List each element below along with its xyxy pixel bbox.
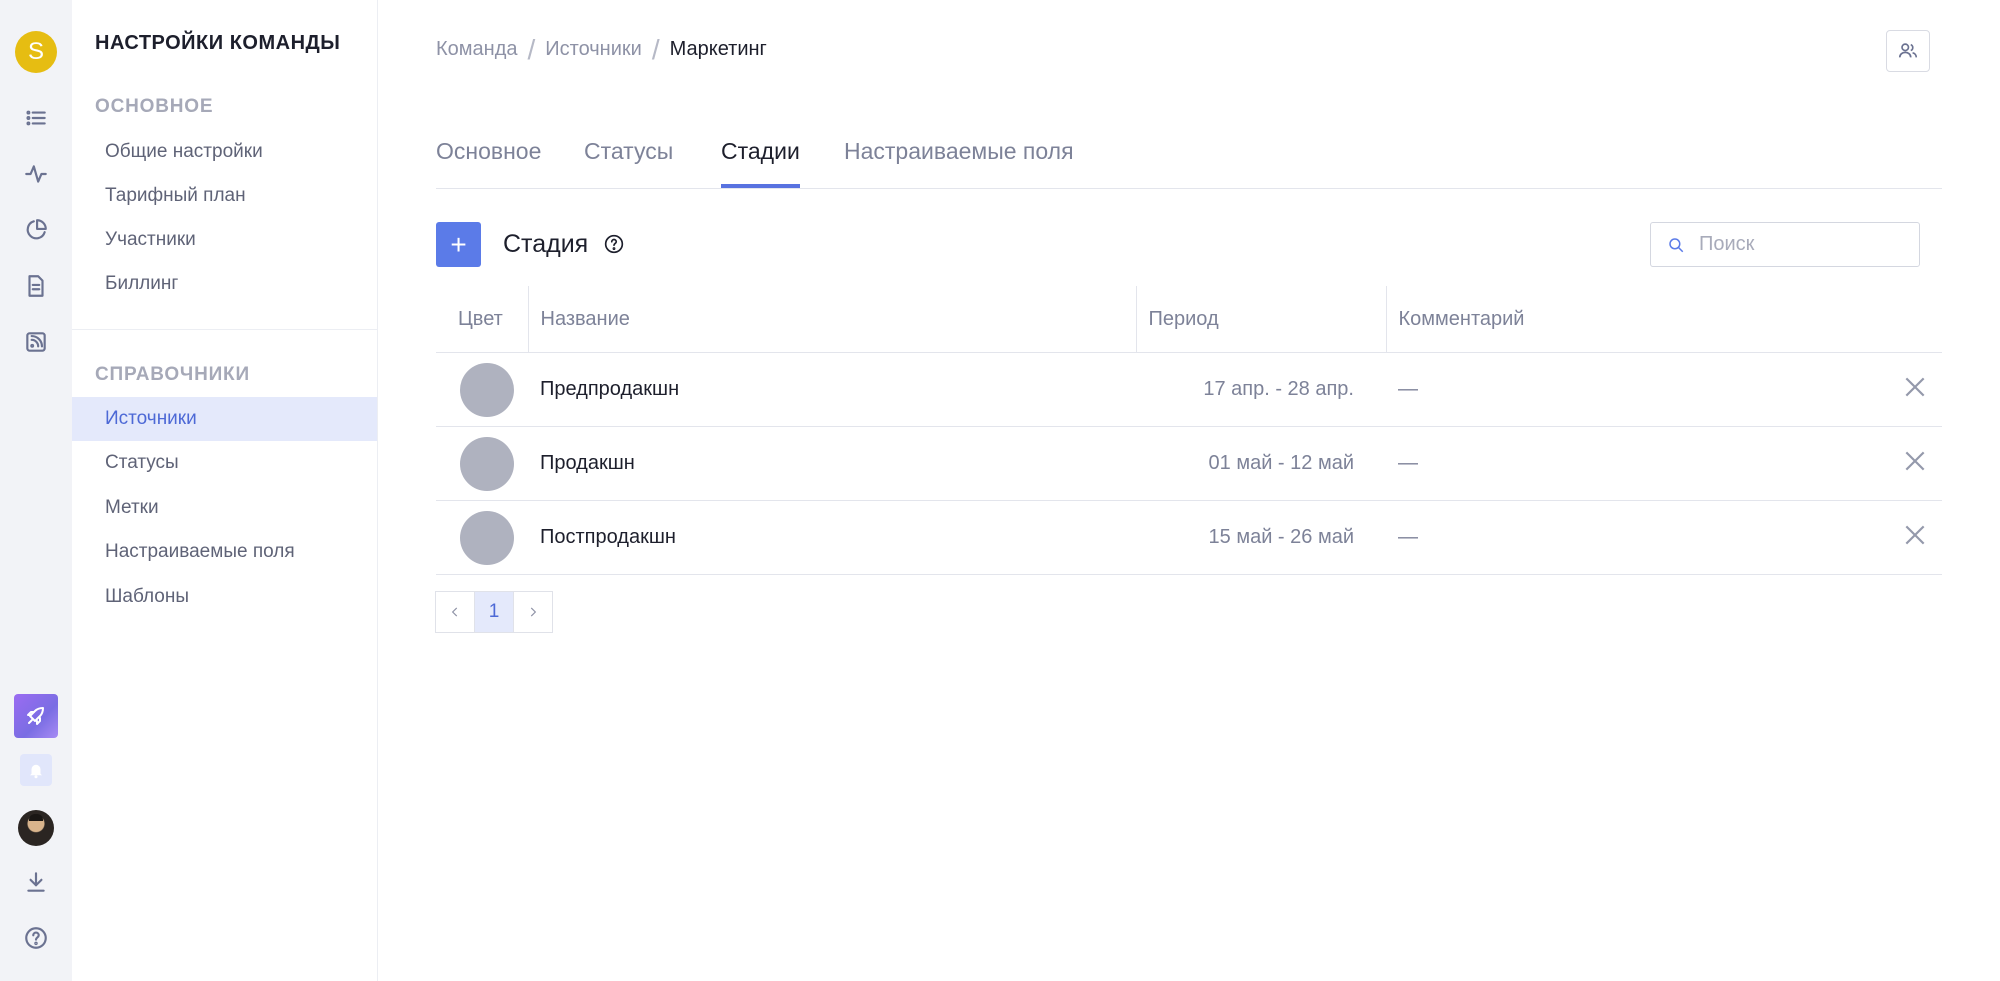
settings-sidebar: НАСТРОЙКИ КОМАНДЫ ОСНОВНОЕ Общие настрой…: [72, 0, 378, 981]
stage-comment: —: [1386, 426, 1886, 501]
color-cell: [436, 426, 528, 501]
color-cell: [436, 352, 528, 427]
table-row[interactable]: Продакшн 01 май - 12 май —: [436, 426, 1942, 501]
prev-page-button[interactable]: [435, 591, 475, 633]
stages-table: Цвет Название Период Комментарий Предпро…: [436, 286, 1942, 575]
close-icon[interactable]: [1902, 525, 1928, 553]
section-title: Стадия: [503, 230, 589, 258]
column-comment: Комментарий: [1385, 286, 1886, 353]
sidebar-item-sources[interactable]: Источники: [72, 397, 377, 441]
close-icon[interactable]: [1902, 377, 1928, 405]
sidebar-item-tags[interactable]: Метки: [72, 486, 377, 530]
color-swatch[interactable]: [460, 362, 514, 417]
close-icon[interactable]: [1902, 451, 1928, 479]
breadcrumb-separator: /: [651, 33, 660, 65]
tab-statuses[interactable]: Статусы: [584, 138, 673, 187]
breadcrumb-team[interactable]: Команда: [436, 38, 517, 61]
tab-general[interactable]: Основное: [436, 138, 541, 187]
sidebar-item-plan[interactable]: Тарифный план: [72, 174, 377, 218]
search-box[interactable]: [1650, 222, 1920, 267]
main-content: Команда / Источники / Маркетинг Основное…: [378, 0, 2000, 981]
stage-name[interactable]: Постпродакшн: [528, 500, 1136, 575]
settings-title: НАСТРОЙКИ КОМАНДЫ: [95, 32, 341, 54]
bell-icon[interactable]: [20, 754, 52, 786]
stage-period: 15 май - 26 май: [1136, 500, 1386, 575]
pagination: 1: [435, 591, 553, 633]
help-icon[interactable]: [18, 920, 54, 956]
stage-comment: —: [1386, 352, 1886, 427]
sidebar-item-custom-fields[interactable]: Настраиваемые поля: [72, 530, 377, 574]
tab-custom-fields[interactable]: Настраиваемые поля: [844, 138, 1074, 187]
column-color: Цвет: [436, 286, 528, 353]
sidebar-item-templates[interactable]: Шаблоны: [72, 575, 377, 619]
team-avatar[interactable]: S: [15, 31, 57, 73]
tabs: Основное Статусы Стадии Настраиваемые по…: [436, 138, 1942, 189]
stage-name[interactable]: Предпродакшн: [528, 352, 1136, 427]
column-name[interactable]: Название: [527, 286, 1136, 353]
users-icon: [1898, 43, 1918, 58]
members-button[interactable]: [1886, 30, 1930, 72]
section-references: СПРАВОЧНИКИ: [95, 364, 250, 385]
delete-cell: [1886, 500, 1942, 575]
stage-period: 17 апр. - 28 апр.: [1136, 352, 1386, 427]
color-swatch[interactable]: [460, 510, 514, 565]
rss-icon[interactable]: [18, 324, 54, 360]
sidebar-item-general[interactable]: Общие настройки: [72, 130, 377, 174]
table-header: Цвет Название Период Комментарий: [436, 286, 1942, 353]
sidebar-divider: [72, 329, 377, 330]
chevron-right-icon: [530, 607, 537, 617]
breadcrumb-current: Маркетинг: [669, 38, 767, 60]
search-icon: [1669, 237, 1684, 252]
sidebar-item-members[interactable]: Участники: [72, 218, 377, 262]
color-swatch[interactable]: [460, 436, 514, 491]
breadcrumb-sources[interactable]: Источники: [545, 38, 642, 61]
breadcrumb: Команда / Источники / Маркетинг: [436, 33, 767, 65]
rocket-icon[interactable]: [14, 694, 58, 738]
add-stage-button[interactable]: +: [436, 222, 481, 267]
column-actions: [1886, 286, 1942, 353]
chevron-left-icon: [451, 607, 458, 617]
delete-cell: [1886, 352, 1942, 427]
color-cell: [436, 500, 528, 575]
user-avatar[interactable]: [18, 810, 54, 846]
sidebar-item-billing[interactable]: Биллинг: [72, 262, 377, 306]
list-icon[interactable]: [18, 100, 54, 136]
pie-chart-icon[interactable]: [18, 212, 54, 248]
icon-rail: S: [0, 0, 73, 981]
next-page-button[interactable]: [513, 591, 553, 633]
page-button[interactable]: 1: [474, 591, 514, 633]
download-icon[interactable]: [18, 864, 54, 900]
breadcrumb-separator: /: [527, 33, 536, 65]
activity-icon[interactable]: [18, 156, 54, 192]
delete-cell: [1886, 426, 1942, 501]
table-row[interactable]: Предпродакшн 17 апр. - 28 апр. —: [436, 352, 1942, 427]
column-period[interactable]: Период: [1135, 286, 1386, 353]
search-input[interactable]: [1697, 232, 1901, 257]
stage-name[interactable]: Продакшн: [528, 426, 1136, 501]
section-main: ОСНОВНОЕ: [95, 96, 214, 117]
sidebar-item-statuses[interactable]: Статусы: [72, 441, 377, 485]
help-icon[interactable]: [604, 234, 624, 254]
stage-period: 01 май - 12 май: [1136, 426, 1386, 501]
stage-comment: —: [1386, 500, 1886, 575]
tab-stages[interactable]: Стадии: [721, 138, 800, 188]
document-icon[interactable]: [18, 268, 54, 304]
table-row[interactable]: Постпродакшн 15 май - 26 май —: [436, 500, 1942, 575]
